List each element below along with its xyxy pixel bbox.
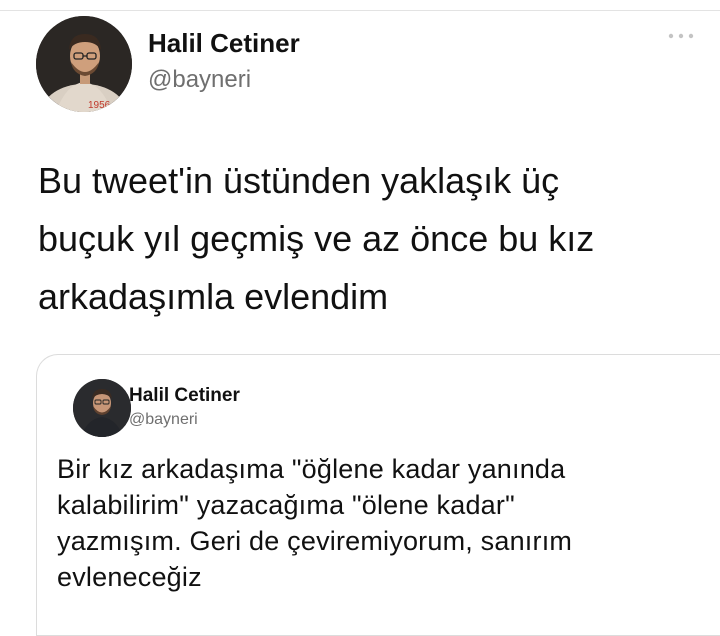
avatar-photo-icon: 1956 [36,16,132,112]
author-handle[interactable]: @bayneri [148,66,251,94]
quoted-author-name[interactable]: Halil Cetiner [129,385,240,407]
quoted-author-avatar[interactable] [73,379,131,437]
svg-text:1956: 1956 [88,100,111,111]
author-name[interactable]: Halil Cetiner [148,28,300,59]
tweet-text: Bu tweet'in üstünden yaklaşık üç buçuk y… [38,160,595,317]
quoted-tweet-card[interactable]: Halil Cetiner @bayneri Bir kız arkadaşım… [36,354,720,636]
quoted-tweet-text: Bir kız arkadaşıma "öğlene kadar yanında… [57,454,573,592]
author-avatar[interactable]: 1956 [36,16,132,112]
top-divider [0,10,720,11]
more-options-icon[interactable] [666,30,696,42]
avatar-photo-icon [73,379,131,437]
quoted-author-handle[interactable]: @bayneri [129,411,198,429]
